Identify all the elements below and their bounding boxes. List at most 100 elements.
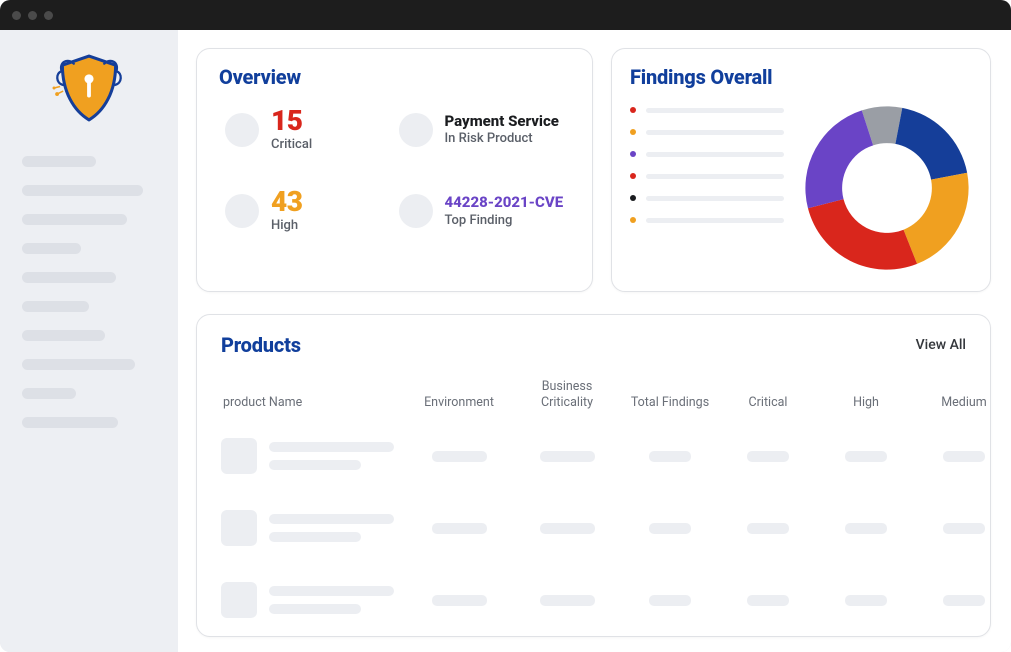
stat-icon <box>225 194 259 228</box>
sidebar-nav <box>22 156 156 428</box>
stat-icon <box>399 194 433 228</box>
sidebar-item[interactable] <box>22 330 105 341</box>
product-avatar-icon <box>221 438 257 474</box>
findings-donut-chart <box>802 103 972 273</box>
table-row[interactable] <box>221 564 966 636</box>
cell-skeleton <box>432 523 487 534</box>
cell-skeleton <box>943 523 985 534</box>
product-avatar-icon <box>221 510 257 546</box>
product-avatar-icon <box>221 582 257 618</box>
cell-skeleton <box>649 451 691 462</box>
legend-dot-icon <box>630 217 636 223</box>
app-body: Overview 15 Critical Paymen <box>0 30 1011 652</box>
sidebar-item[interactable] <box>22 388 76 399</box>
app-window: Overview 15 Critical Paymen <box>0 0 1011 652</box>
legend-item <box>630 173 784 179</box>
cell-skeleton <box>747 523 789 534</box>
cell-skeleton <box>649 523 691 534</box>
window-control-close-icon[interactable] <box>12 11 21 20</box>
cell-skeleton <box>540 595 595 606</box>
legend-dot-icon <box>630 195 636 201</box>
col-environment: Environment <box>409 395 509 411</box>
stat-top-finding-label: Top Finding <box>445 213 564 228</box>
legend-label-skeleton <box>646 218 784 223</box>
col-business-criticality: Business Criticality <box>517 379 617 410</box>
legend-item <box>630 217 784 223</box>
stat-high: 43 High <box>225 188 391 233</box>
stat-high-value: 43 <box>271 188 302 216</box>
sidebar-item[interactable] <box>22 359 135 370</box>
sidebar <box>0 30 178 652</box>
legend-dot-icon <box>630 151 636 157</box>
cell-skeleton <box>540 451 595 462</box>
legend-dot-icon <box>630 107 636 113</box>
window-control-max-icon[interactable] <box>44 11 53 20</box>
sidebar-item[interactable] <box>22 156 96 167</box>
legend-label-skeleton <box>646 130 784 135</box>
stat-high-label: High <box>271 218 302 233</box>
cell-skeleton <box>845 451 887 462</box>
stat-icon <box>225 113 259 147</box>
legend-item <box>630 195 784 201</box>
col-high: High <box>821 395 911 411</box>
table-row[interactable] <box>221 420 966 492</box>
cell-skeleton <box>747 451 789 462</box>
sidebar-item[interactable] <box>22 214 127 225</box>
stat-top-finding-value: 44228-2021-CVE <box>445 193 564 211</box>
stat-risk-product: Payment Service In Risk Product <box>399 107 565 152</box>
view-all-link[interactable]: View All <box>916 337 966 353</box>
legend-item <box>630 151 784 157</box>
titlebar <box>0 0 1011 30</box>
sidebar-item[interactable] <box>22 301 89 312</box>
findings-card: Findings Overall <box>611 48 991 292</box>
stat-risk-product-value: Payment Service <box>445 113 559 130</box>
cell-skeleton <box>943 451 985 462</box>
products-table-header: product Name Environment Business Critic… <box>221 379 966 420</box>
sidebar-item[interactable] <box>22 417 118 428</box>
table-row[interactable] <box>221 492 966 564</box>
col-product-name: product Name <box>221 395 401 411</box>
products-table: product Name Environment Business Critic… <box>221 379 966 636</box>
col-total-findings: Total Findings <box>625 395 715 411</box>
cell-skeleton <box>269 604 361 614</box>
legend-item <box>630 107 784 113</box>
cell-skeleton <box>269 460 361 470</box>
app-logo-icon <box>51 50 127 126</box>
cell-skeleton <box>269 586 394 596</box>
products-title: Products <box>221 333 301 357</box>
cell-skeleton <box>649 595 691 606</box>
findings-title: Findings Overall <box>630 65 972 89</box>
products-card: Products View All product Name Environme… <box>196 314 991 637</box>
stat-risk-product-label: In Risk Product <box>445 131 559 146</box>
legend-label-skeleton <box>646 108 784 113</box>
stat-top-finding: 44228-2021-CVE Top Finding <box>399 188 565 233</box>
cell-skeleton <box>747 595 789 606</box>
stat-critical-label: Critical <box>271 137 312 152</box>
main-content: Overview 15 Critical Paymen <box>178 30 1011 652</box>
overview-title: Overview <box>219 65 570 89</box>
legend-label-skeleton <box>646 174 784 179</box>
cell-skeleton <box>845 523 887 534</box>
legend-label-skeleton <box>646 152 784 157</box>
legend-dot-icon <box>630 173 636 179</box>
sidebar-item[interactable] <box>22 185 143 196</box>
legend-dot-icon <box>630 129 636 135</box>
cell-skeleton <box>432 595 487 606</box>
sidebar-item[interactable] <box>22 243 81 254</box>
cell-skeleton <box>845 595 887 606</box>
cell-skeleton <box>540 523 595 534</box>
cell-skeleton <box>269 532 361 542</box>
stat-icon <box>399 113 433 147</box>
sidebar-item[interactable] <box>22 272 116 283</box>
legend-item <box>630 129 784 135</box>
stat-critical-value: 15 <box>271 107 312 135</box>
cell-skeleton <box>943 595 985 606</box>
col-medium: Medium <box>919 395 1009 411</box>
stat-critical: 15 Critical <box>225 107 391 152</box>
col-critical: Critical <box>723 395 813 411</box>
overview-card: Overview 15 Critical Paymen <box>196 48 593 292</box>
cell-skeleton <box>269 514 394 524</box>
legend-label-skeleton <box>646 196 784 201</box>
window-control-min-icon[interactable] <box>28 11 37 20</box>
cell-skeleton <box>269 442 394 452</box>
